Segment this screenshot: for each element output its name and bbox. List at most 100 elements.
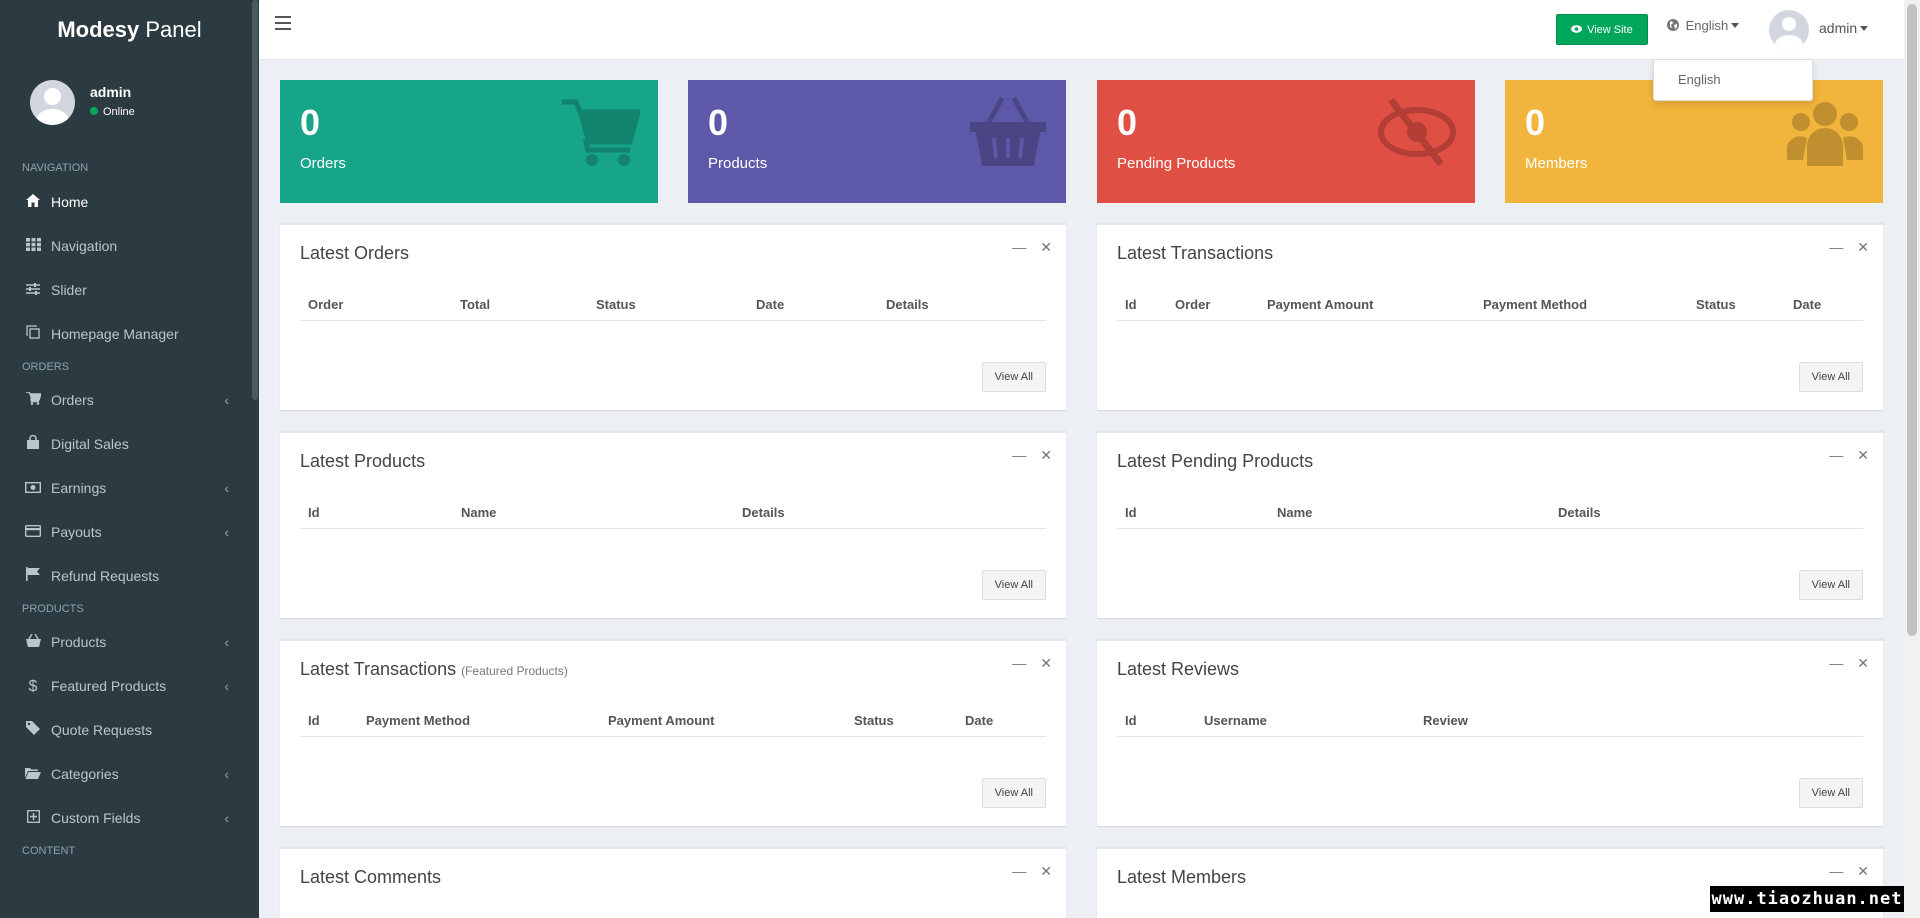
minimize-icon[interactable]: — (1012, 863, 1026, 879)
user-name: admin (90, 84, 132, 100)
table-header: Id Name Details (300, 499, 1046, 529)
minimize-icon[interactable]: — (1012, 655, 1026, 671)
sidebar-item-orders[interactable]: Orders ‹ (0, 378, 259, 422)
column-header: Name (1277, 505, 1313, 520)
table-header: Id Payment Method Payment Amount Status … (300, 707, 1046, 737)
sidebar-item-quote-requests[interactable]: Quote Requests (0, 708, 259, 752)
language-dropdown-toggle[interactable]: English (1667, 18, 1740, 33)
column-header: Status (1696, 297, 1736, 312)
sidebar-scrollbar[interactable] (252, 0, 258, 400)
sidebar-item-navigation[interactable]: Navigation (0, 224, 259, 268)
view-all-button[interactable]: View All (981, 778, 1046, 808)
caret-down-icon (1860, 26, 1869, 31)
stat-label: Orders (300, 155, 346, 172)
menu-toggle-icon[interactable] (275, 16, 291, 30)
minimize-icon[interactable]: — (1829, 239, 1843, 255)
sliders-icon (24, 268, 42, 312)
stat-value: 0 (300, 102, 321, 143)
column-header: Username (1204, 713, 1267, 728)
minimize-icon[interactable]: — (1829, 655, 1843, 671)
stat-box-pending-products: 0 Pending Products (1097, 80, 1475, 203)
caret-down-icon (1731, 23, 1740, 28)
page-scrollbar[interactable] (1904, 0, 1920, 918)
sidebar-item-products[interactable]: Products ‹ (0, 620, 259, 664)
sidebar-item-slider[interactable]: Slider (0, 268, 259, 312)
shopping-basket-icon (970, 96, 1046, 166)
view-all-button[interactable]: View All (1798, 362, 1863, 392)
panel-title: Latest Members (1117, 867, 1247, 887)
panel-title: Latest Pending Products (1117, 451, 1314, 471)
user-status: Online (90, 106, 135, 118)
page-scrollbar-thumb[interactable] (1907, 4, 1917, 636)
stat-box-orders: 0 Orders (280, 80, 658, 203)
column-header: Review (1423, 713, 1468, 728)
table-header: Id Username Review (1117, 707, 1863, 737)
minimize-icon[interactable]: — (1829, 863, 1843, 879)
view-all-button[interactable]: View All (981, 570, 1046, 600)
chevron-left-icon: ‹ (224, 392, 229, 408)
nav-header-products: Products (22, 603, 84, 615)
view-all-button[interactable]: View All (1798, 778, 1863, 808)
table-header: Id Order Payment Amount Payment Method S… (1117, 291, 1863, 321)
sidebar-item-featured-products[interactable]: $ Featured Products ‹ (0, 664, 259, 708)
close-icon[interactable]: ✕ (1040, 655, 1052, 671)
chevron-left-icon: ‹ (224, 634, 229, 650)
sidebar-item-categories[interactable]: Categories ‹ (0, 752, 259, 796)
brand-logo[interactable]: Modesy Panel (0, 0, 259, 60)
close-icon[interactable]: ✕ (1857, 447, 1869, 463)
sidebar-item-home[interactable]: Home (0, 180, 259, 224)
column-header: Details (742, 505, 785, 520)
online-dot-icon (90, 107, 98, 115)
sidebar-item-earnings[interactable]: Earnings ‹ (0, 466, 259, 510)
minimize-icon[interactable]: — (1829, 447, 1843, 463)
close-icon[interactable]: ✕ (1040, 447, 1052, 463)
copy-icon (24, 312, 42, 356)
close-icon[interactable]: ✕ (1040, 239, 1052, 255)
view-all-button[interactable]: View All (1798, 570, 1863, 600)
column-header: Id (1125, 297, 1137, 312)
stat-value: 0 (708, 102, 729, 143)
column-header: Date (756, 297, 785, 312)
minimize-icon[interactable]: — (1012, 447, 1026, 463)
chevron-left-icon: ‹ (224, 678, 229, 694)
user-avatar[interactable] (1769, 10, 1809, 50)
panel-title: Latest Products (300, 451, 426, 471)
admin-dropdown-toggle[interactable]: admin (1819, 20, 1869, 36)
plus-square-icon (24, 796, 42, 840)
view-all-button[interactable]: View All (981, 362, 1046, 392)
minimize-icon[interactable]: — (1012, 239, 1026, 255)
sidebar-item-refund-requests[interactable]: Refund Requests (0, 554, 259, 598)
column-header: Date (1793, 297, 1822, 312)
panel-latest-transactions: Latest Transactions — ✕ Id Order Payment … (1097, 222, 1883, 410)
language-dropdown-menu: English (1653, 59, 1813, 101)
shopping-bag-icon (24, 422, 42, 466)
close-icon[interactable]: ✕ (1857, 655, 1869, 671)
cart-icon (562, 99, 640, 166)
close-icon[interactable]: ✕ (1857, 239, 1869, 255)
cart-icon (24, 378, 42, 422)
panel-title: Latest Comments (300, 867, 442, 887)
sidebar-item-payouts[interactable]: Payouts ‹ (0, 510, 259, 554)
column-header: Details (886, 297, 929, 312)
stat-value: 0 (1525, 102, 1546, 143)
watermark: www.tiaozhuan.net (1710, 886, 1904, 912)
grid-icon (24, 224, 42, 268)
stat-label: Pending Products (1117, 155, 1236, 172)
dollar-icon: $ (28, 678, 38, 695)
eye-icon (1571, 24, 1587, 36)
column-header: Order (1175, 297, 1211, 312)
close-icon[interactable]: ✕ (1040, 863, 1052, 879)
column-header: Id (308, 505, 320, 520)
sidebar-item-homepage-manager[interactable]: Homepage Manager (0, 312, 259, 356)
language-option-english[interactable]: English (1654, 60, 1812, 87)
sidebar-item-digital-sales[interactable]: Digital Sales (0, 422, 259, 466)
sidebar-item-custom-fields[interactable]: Custom Fields ‹ (0, 796, 259, 840)
panel-title: Latest Orders (300, 243, 410, 263)
column-header: Details (1558, 505, 1601, 520)
close-icon[interactable]: ✕ (1857, 863, 1869, 879)
home-icon (24, 180, 42, 224)
panel-latest-products: Latest Products — ✕ Id Name Details View … (280, 430, 1066, 618)
view-site-button[interactable]: View Site (1556, 14, 1648, 45)
column-header: Total (460, 297, 491, 312)
sidebar: Modesy Panel admin Online Navigation Hom… (0, 0, 259, 918)
